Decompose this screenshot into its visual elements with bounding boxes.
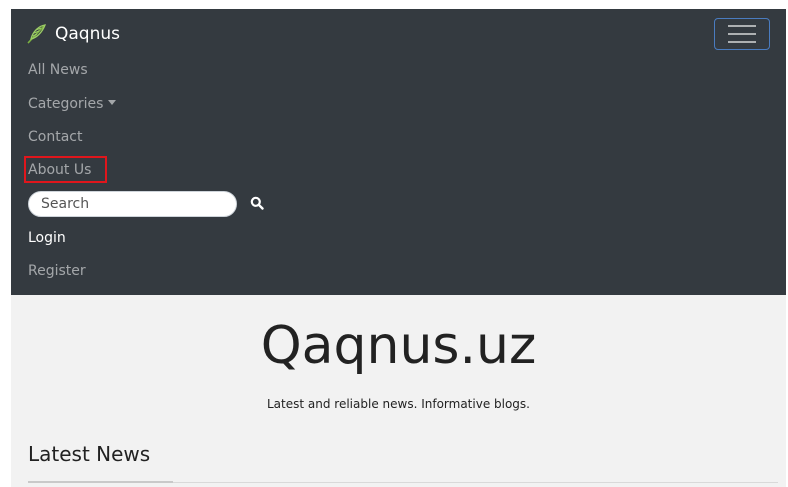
hamburger-menu-icon bbox=[728, 25, 756, 43]
brand-name: Qaqnus bbox=[55, 24, 120, 44]
nav-item-categories-label: Categories bbox=[28, 96, 104, 112]
search-input[interactable] bbox=[28, 191, 237, 217]
nav-item-all-news[interactable]: All News bbox=[28, 61, 88, 79]
nav-item-register[interactable]: Register bbox=[28, 262, 86, 280]
brand-link[interactable]: Qaqnus bbox=[25, 22, 120, 46]
hero-title: Qaqnus.uz bbox=[260, 316, 537, 376]
browser-viewport: Qaqnus All News Categories Contact About… bbox=[11, 9, 786, 487]
nav-item-categories[interactable]: Categories bbox=[28, 95, 117, 113]
nav-item-login[interactable]: Login bbox=[28, 229, 66, 247]
navbar: Qaqnus All News Categories Contact About… bbox=[11, 9, 786, 295]
caret-down-icon bbox=[108, 100, 117, 105]
search-button[interactable] bbox=[247, 195, 267, 213]
section-divider-accent bbox=[28, 481, 173, 483]
nav-item-contact[interactable]: Contact bbox=[28, 128, 82, 146]
nav-item-about-us[interactable]: About Us bbox=[28, 161, 91, 179]
feather-icon bbox=[25, 22, 49, 46]
search-icon bbox=[250, 195, 264, 214]
hero-subtitle: Latest and reliable news. Informative bl… bbox=[267, 397, 530, 411]
latest-news-heading: Latest News bbox=[28, 442, 151, 466]
navbar-toggler-button[interactable] bbox=[714, 18, 770, 50]
